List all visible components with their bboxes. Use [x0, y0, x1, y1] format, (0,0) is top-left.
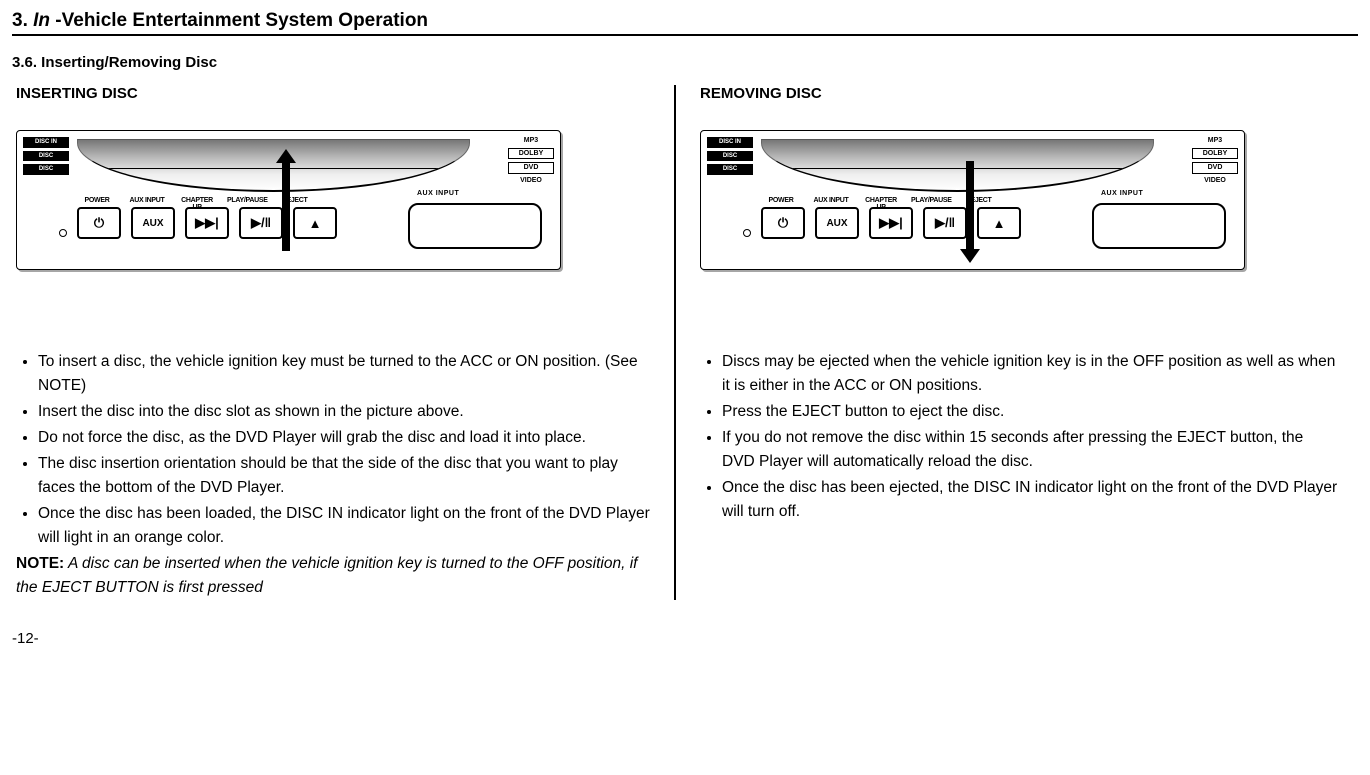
disc-logo-1: DISC: [707, 151, 753, 162]
disc-in-logo: DISC IN: [707, 137, 753, 148]
button-row: ⏻ AUX ▶▶| ▶/‖ ▲: [77, 207, 337, 239]
eject-button[interactable]: ▲: [977, 207, 1021, 239]
list-item: If you do not remove the disc within 15 …: [722, 426, 1338, 474]
aux-port: [1092, 203, 1226, 249]
dvd-player-panel-remove: DISC IN DISC DISC MP3 DOLBY DVD VIDEO AU…: [700, 130, 1245, 270]
right-column: REMOVING DISC DISC IN DISC DISC MP3 DOLB…: [674, 85, 1358, 600]
section-title: 3.6. Inserting/Removing Disc: [12, 54, 1358, 71]
indicator-dot: [743, 229, 751, 237]
dolby-logo: DOLBY: [508, 148, 554, 160]
disc-slot: [77, 139, 470, 192]
left-column: INSERTING DISC DISC IN DISC DISC MP3 DOL…: [12, 85, 674, 600]
list-item: Press the EJECT button to eject the disc…: [722, 400, 1338, 424]
video-logo: VIDEO: [1192, 177, 1238, 185]
aux-input-text: AUX INPUT: [417, 190, 459, 197]
dvd-logo: DVD: [508, 162, 554, 174]
inserting-heading: INSERTING DISC: [16, 85, 654, 102]
list-item: Once the disc has been ejected, the DISC…: [722, 476, 1338, 524]
chapter-up-button[interactable]: ▶▶|: [869, 207, 913, 239]
page-number: -12-: [12, 630, 1358, 647]
list-item: To insert a disc, the vehicle ignition k…: [38, 350, 654, 398]
list-item: Once the disc has been loaded, the DISC …: [38, 502, 654, 550]
note-block: NOTE: A disc can be inserted when the ve…: [16, 552, 654, 600]
insert-arrow-icon: [282, 161, 290, 251]
aux-button[interactable]: AUX: [815, 207, 859, 239]
aux-button[interactable]: AUX: [131, 207, 175, 239]
note-body: A disc can be inserted when the vehicle …: [16, 555, 637, 596]
mp3-logo: MP3: [1192, 137, 1238, 145]
chapter-number: 3.: [12, 10, 28, 31]
inserting-bullet-list: To insert a disc, the vehicle ignition k…: [16, 350, 654, 550]
chapter-italic: In: [33, 10, 50, 31]
play-pause-button[interactable]: ▶/‖: [239, 207, 283, 239]
eject-arrow-icon: [966, 161, 974, 251]
button-row: ⏻ AUX ▶▶| ▶/‖ ▲: [761, 207, 1021, 239]
dolby-logo: DOLBY: [1192, 148, 1238, 160]
eject-button[interactable]: ▲: [293, 207, 337, 239]
play-pause-button[interactable]: ▶/‖: [923, 207, 967, 239]
list-item: Do not force the disc, as the DVD Player…: [38, 426, 654, 450]
right-logo-cluster: MP3 DOLBY DVD VIDEO: [508, 137, 554, 188]
removing-bullet-list: Discs may be ejected when the vehicle ig…: [700, 350, 1338, 524]
disc-logo-2: DISC: [707, 164, 753, 175]
mp3-logo: MP3: [508, 137, 554, 145]
aux-input-text: AUX INPUT: [1101, 190, 1143, 197]
disc-slot: [761, 139, 1154, 192]
list-item: Discs may be ejected when the vehicle ig…: [722, 350, 1338, 398]
disc-in-logo: DISC IN: [23, 137, 69, 148]
dvd-player-panel-insert: DISC IN DISC DISC MP3 DOLBY DVD VIDEO AU…: [16, 130, 561, 270]
list-item: Insert the disc into the disc slot as sh…: [38, 400, 654, 424]
video-logo: VIDEO: [508, 177, 554, 185]
power-button[interactable]: ⏻: [761, 207, 805, 239]
removing-heading: REMOVING DISC: [700, 85, 1338, 102]
chapter-rest: -Vehicle Entertainment System Operation: [50, 10, 428, 31]
disc-logo-2: DISC: [23, 164, 69, 175]
list-item: The disc insertion orientation should be…: [38, 452, 654, 500]
two-column-layout: INSERTING DISC DISC IN DISC DISC MP3 DOL…: [12, 85, 1358, 600]
left-logo-cluster: DISC IN DISC DISC: [23, 137, 69, 178]
indicator-dot: [59, 229, 67, 237]
aux-port: [408, 203, 542, 249]
chapter-up-button[interactable]: ▶▶|: [185, 207, 229, 239]
power-button[interactable]: ⏻: [77, 207, 121, 239]
page-title: 3. In -Vehicle Entertainment System Oper…: [12, 10, 1358, 36]
disc-logo-1: DISC: [23, 151, 69, 162]
left-logo-cluster: DISC IN DISC DISC: [707, 137, 753, 178]
dvd-logo: DVD: [1192, 162, 1238, 174]
right-logo-cluster: MP3 DOLBY DVD VIDEO: [1192, 137, 1238, 188]
note-prefix: NOTE:: [16, 555, 64, 572]
